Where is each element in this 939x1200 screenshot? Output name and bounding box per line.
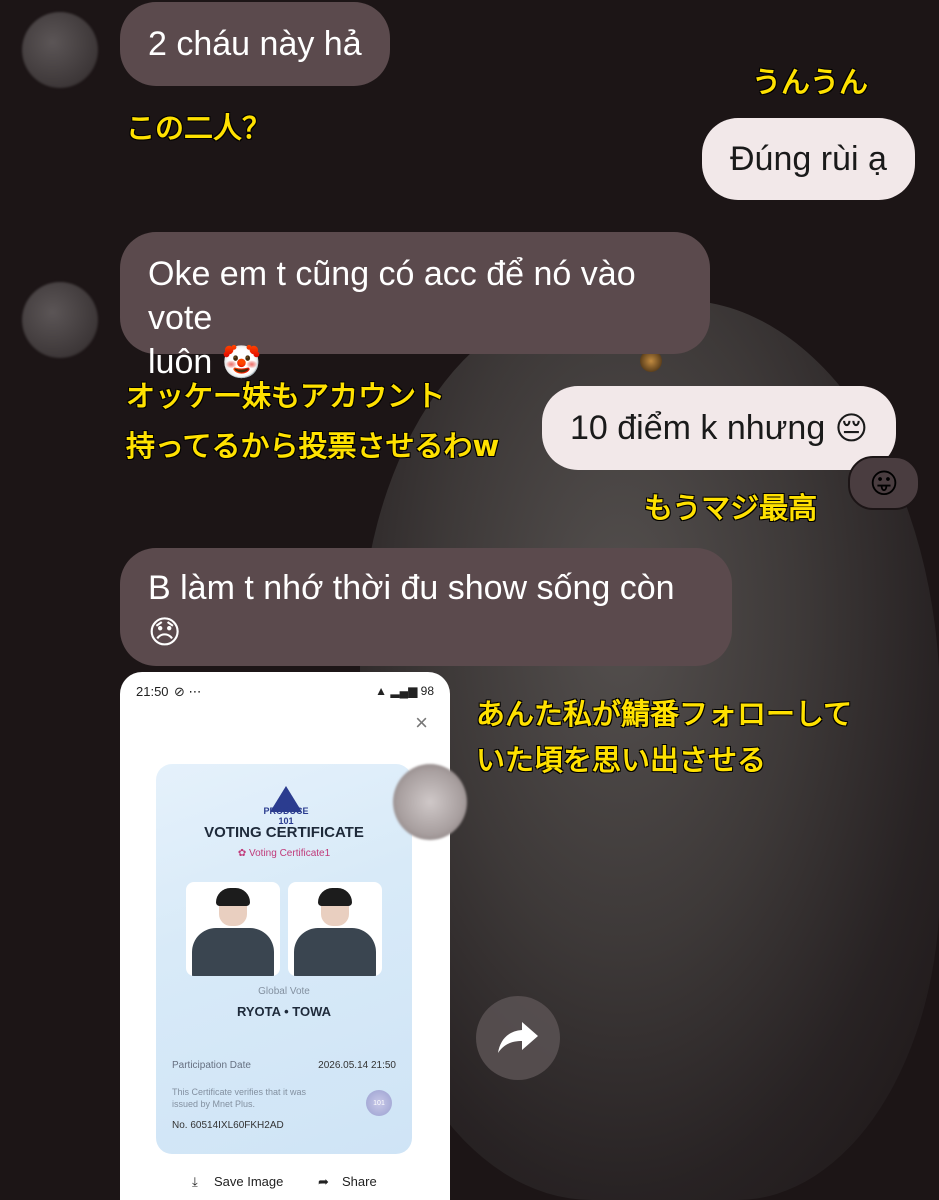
status-time: 21:50 bbox=[136, 684, 169, 699]
disappointed-emoji-icon: 😞 bbox=[148, 614, 182, 650]
battery-indicator: ▲ ▂▄▆ 98 bbox=[375, 684, 434, 698]
translation-annotation: 持ってるから投票させるわw bbox=[126, 429, 500, 463]
forward-arrow-icon bbox=[498, 1022, 538, 1053]
translation-annotation: この二人？ bbox=[126, 111, 272, 145]
status-icons: ⊘ ⋯ bbox=[174, 684, 202, 699]
message-text: Oke em t cũng có acc để nó vào vote bbox=[148, 255, 636, 337]
wifi-icon: ▲ ▂▄▆ bbox=[375, 684, 421, 698]
verification-text: This Certificate verifies that it was is… bbox=[172, 1087, 307, 1109]
translation-annotation: うんうん bbox=[752, 65, 869, 99]
forward-share-button[interactable] bbox=[476, 996, 560, 1080]
certificate-seal-icon: 101 bbox=[366, 1090, 392, 1116]
share-arrow-icon: ➦ bbox=[318, 1174, 329, 1189]
download-icon: ⤓ bbox=[192, 1174, 198, 1189]
close-icon: × bbox=[415, 710, 428, 735]
certificate-title: VOTING CERTIFICATE bbox=[204, 824, 364, 841]
outgoing-message-bubble[interactable]: Đúng rùi ạ bbox=[702, 118, 915, 200]
logo-text: PRODUCE 101 bbox=[263, 806, 309, 826]
certificate-number: No. 60514IXL60FKH2AD bbox=[172, 1120, 284, 1131]
voting-certificate-card: PRODUCE 101 VOTING CERTIFICATE ✿ Voting … bbox=[156, 764, 412, 1154]
message-text: B làm t nhớ thời đu show sống còn bbox=[148, 569, 675, 607]
incoming-message-bubble[interactable]: Oke em t cũng có acc để nó vào vote luôn… bbox=[120, 232, 710, 381]
save-image-button: Save Image bbox=[214, 1174, 284, 1189]
outgoing-message-bubble[interactable]: 10 điểm k nhưng 😔 bbox=[542, 386, 897, 470]
portrait-photo bbox=[288, 882, 382, 976]
blurred-avatar bbox=[393, 764, 467, 840]
participation-date-label: Participation Date bbox=[172, 1060, 251, 1071]
contact-avatar[interactable] bbox=[22, 12, 98, 88]
pensive-emoji-icon: 😔 bbox=[834, 410, 869, 446]
message-text: 2 cháu này hả bbox=[148, 25, 362, 63]
portrait-photo bbox=[186, 882, 280, 976]
certificate-subtitle: ✿ Voting Certificate1 bbox=[237, 848, 331, 859]
incoming-message-bubble[interactable]: B làm t nhớ thời đu show sống còn 😞 bbox=[120, 548, 732, 666]
share-button-label: Share bbox=[342, 1174, 377, 1189]
translation-annotation: あんた私が鯖番フォローして bbox=[476, 697, 853, 731]
incoming-message-bubble[interactable]: 2 cháu này hả bbox=[120, 2, 390, 86]
message-reaction-badge[interactable]: 😛 bbox=[848, 456, 920, 510]
contact-avatar[interactable] bbox=[22, 282, 98, 358]
tongue-emoji-icon: 😛 bbox=[869, 467, 899, 499]
shared-screenshot-image[interactable]: 21:50 ⊘ ⋯ ▲ ▂▄▆ 98 × PRODUCE 101 VOTING … bbox=[120, 672, 450, 1200]
translation-annotation: もうマジ最高 bbox=[644, 491, 818, 525]
participation-date-value: 2026.05.14 21:50 bbox=[318, 1060, 396, 1071]
message-text: 10 điểm k nhưng bbox=[570, 409, 826, 447]
translation-annotation: いた頃を思い出させる bbox=[476, 743, 767, 777]
translation-annotation: オッケー妹もアカウント bbox=[126, 379, 446, 413]
flower-icon: ✿ bbox=[237, 848, 249, 859]
message-text: Đúng rùi ạ bbox=[730, 140, 887, 178]
vote-type-label: Global Vote bbox=[258, 986, 310, 997]
voted-names: RYOTA • TOWA bbox=[236, 1004, 332, 1019]
